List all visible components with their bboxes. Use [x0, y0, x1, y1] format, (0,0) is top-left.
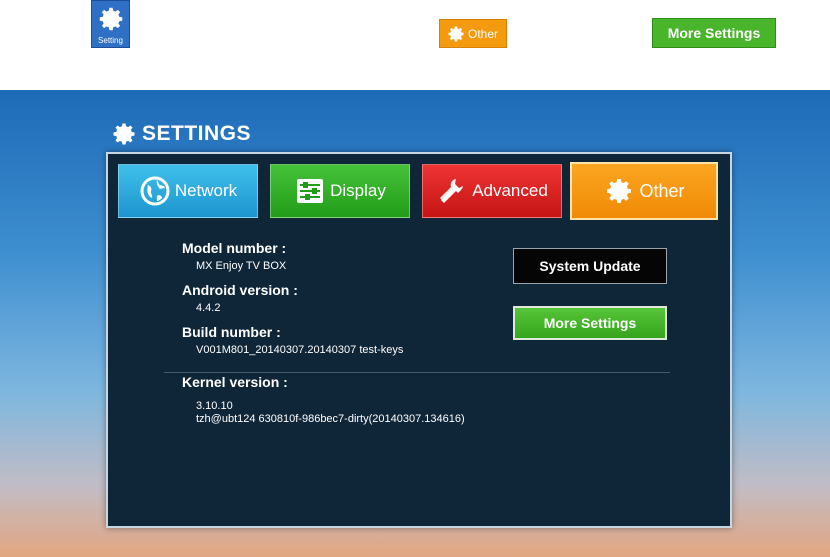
tab-advanced-label: Advanced — [472, 181, 548, 200]
kernel-version-value-2: tzh@ubt124 630810f-986bec7-dirty(2014030… — [196, 413, 465, 425]
tab-display-label: Display — [330, 181, 386, 200]
more-settings-button[interactable]: More Settings — [513, 306, 667, 340]
gear-icon — [607, 179, 632, 203]
tv-settings-screen: SETTINGS Network Display Advanced Other … — [0, 90, 830, 557]
divider — [164, 372, 670, 373]
android-info: Android version : 4.4.2 — [182, 282, 298, 314]
setting-app-label: Setting — [98, 36, 123, 45]
globe-icon — [140, 176, 170, 206]
other-button-sample-label: Other — [468, 26, 499, 41]
page-title: SETTINGS — [110, 120, 251, 148]
tab-advanced[interactable]: Advanced — [422, 164, 562, 218]
settings-panel: Network Display Advanced Other Model num… — [106, 152, 732, 528]
model-info: Model number : MX Enjoy TV BOX — [182, 240, 286, 272]
page-title-text: SETTINGS — [142, 122, 252, 145]
system-update-button[interactable]: System Update — [513, 248, 667, 284]
tab-network-label: Network — [174, 181, 238, 200]
tab-network[interactable]: Network — [118, 164, 258, 218]
setting-app-icon-tile[interactable]: Setting — [91, 0, 130, 48]
build-number-label: Build number : — [182, 324, 281, 340]
kernel-version-label: Kernel version : — [182, 374, 288, 390]
model-number-value: MX Enjoy TV BOX — [196, 260, 287, 272]
tab-other-label: Other — [639, 180, 685, 201]
tab-other[interactable]: Other — [570, 162, 718, 220]
kernel-version-value-1: 3.10.10 — [196, 400, 233, 412]
gear-icon — [448, 26, 464, 41]
more-settings-button-sample[interactable]: More Settings — [652, 18, 776, 48]
android-version-label: Android version : — [182, 282, 298, 298]
instruction-strip: Setting Other More Settings — [0, 0, 830, 90]
sliders-icon — [297, 179, 324, 203]
build-number-value: V001M801_20140307.20140307 test-keys — [196, 344, 404, 356]
build-info: Build number : V001M801_20140307.2014030… — [182, 324, 403, 356]
gear-icon — [99, 7, 122, 31]
other-button-sample[interactable]: Other — [439, 19, 507, 48]
model-number-label: Model number : — [182, 240, 287, 256]
gear-icon — [113, 123, 135, 145]
kernel-info: Kernel version : 3.10.10 tzh@ubt124 6308… — [182, 374, 465, 425]
tools-icon — [440, 179, 464, 203]
tab-display[interactable]: Display — [270, 164, 410, 218]
android-version-value: 4.4.2 — [196, 302, 221, 314]
